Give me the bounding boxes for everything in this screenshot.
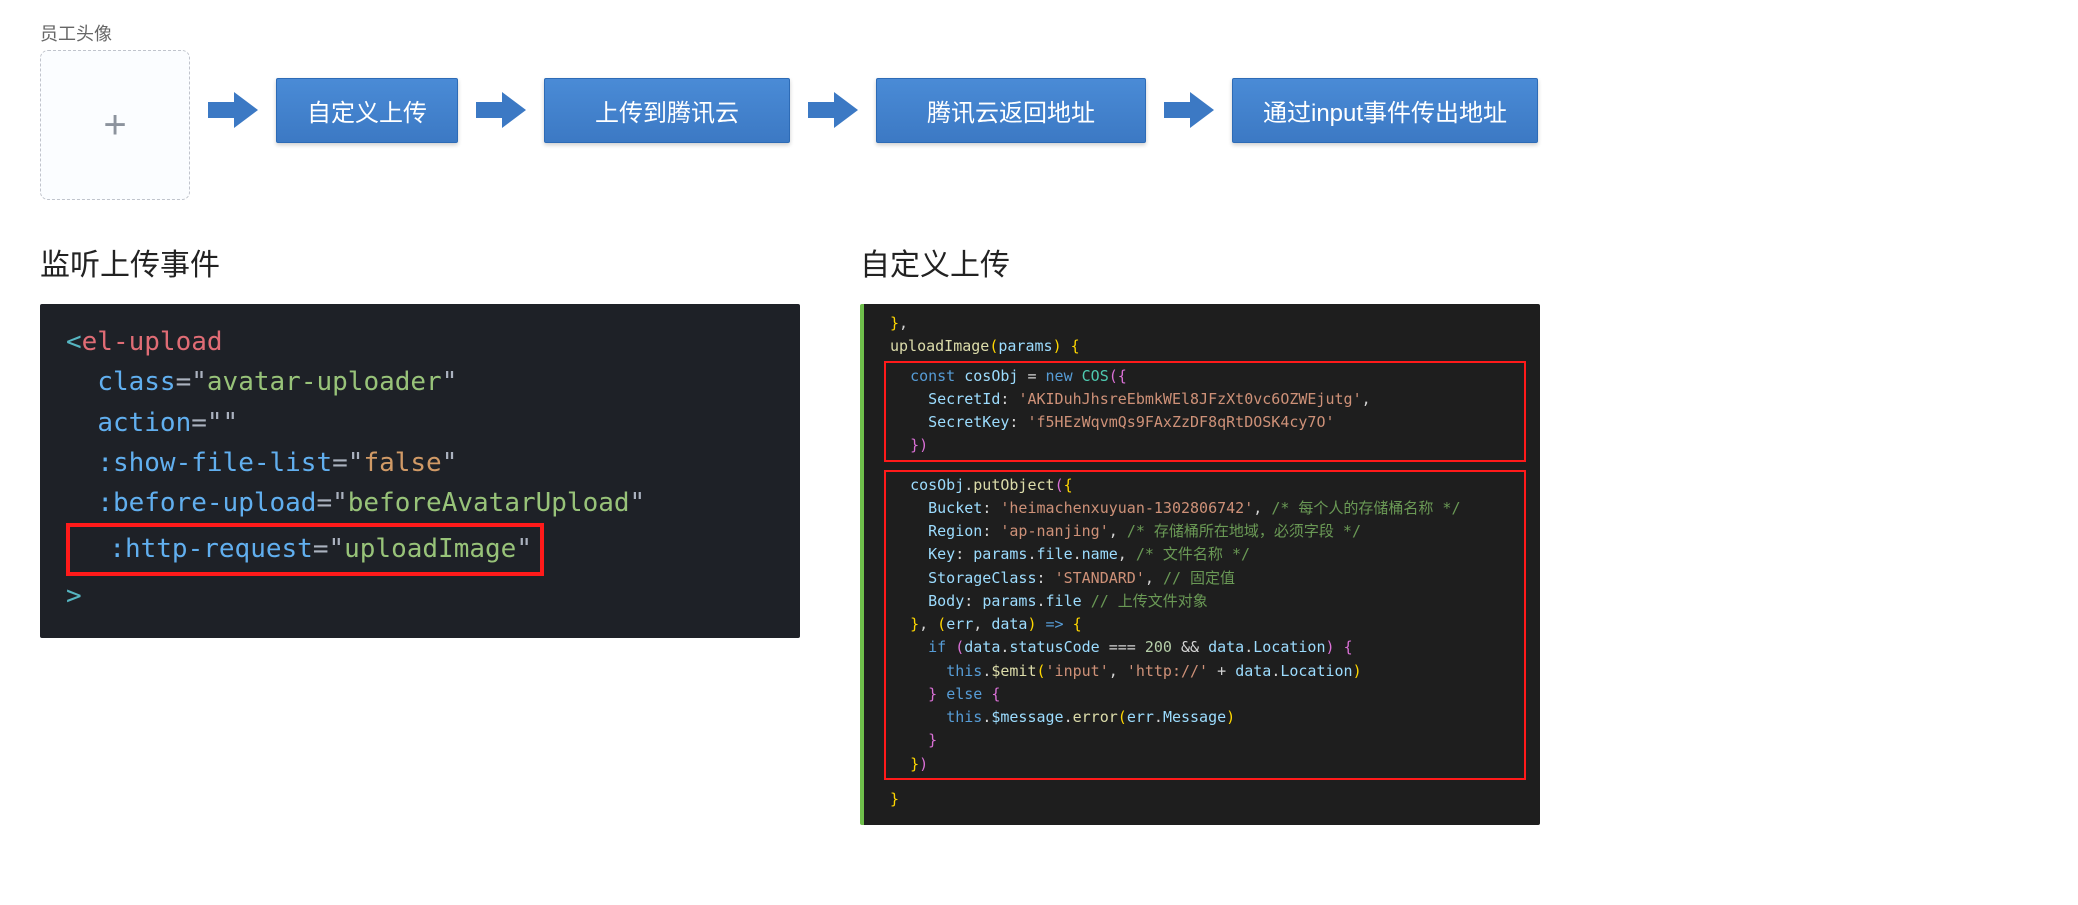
arrow-icon xyxy=(476,90,526,130)
section-title-right: 自定义上传 xyxy=(860,240,1540,284)
arrow-icon xyxy=(1164,90,1214,130)
highlight-http-request: :http-request="uploadImage" xyxy=(66,523,544,575)
avatar-label: 员工头像 xyxy=(40,20,112,46)
section-custom-upload: 自定义上传 }, uploadImage(params) { const cos… xyxy=(860,240,1540,825)
highlight-put-object: cosObj.putObject({ Bucket: 'heimachenxuy… xyxy=(884,470,1526,780)
avatar-upload-block: 员工头像 + xyxy=(40,20,190,200)
flow-step-emit-input: 通过input事件传出地址 xyxy=(1232,78,1538,143)
arrow-icon xyxy=(208,90,258,130)
highlight-cos-credentials: const cosObj = new COS({ SecretId: 'AKID… xyxy=(884,361,1526,462)
plus-icon: + xyxy=(103,103,126,148)
flow-step-return-url: 腾讯云返回地址 xyxy=(876,78,1146,143)
flow-row: 员工头像 + 自定义上传 上传到腾讯云 腾讯云返回地址 通过input事件传出地… xyxy=(40,20,2038,200)
flow-step-upload-cloud: 上传到腾讯云 xyxy=(544,78,790,143)
sections-row: 监听上传事件 <el-upload class="avatar-uploader… xyxy=(40,240,2038,825)
section-title-left: 监听上传事件 xyxy=(40,240,800,284)
code-block-el-upload: <el-upload class="avatar-uploader" actio… xyxy=(40,304,800,638)
arrow-icon xyxy=(808,90,858,130)
avatar-upload-box[interactable]: + xyxy=(40,50,190,200)
code-block-upload-image: }, uploadImage(params) { const cosObj = … xyxy=(860,304,1540,825)
flow-step-custom-upload: 自定义上传 xyxy=(276,78,458,143)
section-listen-upload: 监听上传事件 <el-upload class="avatar-uploader… xyxy=(40,240,800,638)
